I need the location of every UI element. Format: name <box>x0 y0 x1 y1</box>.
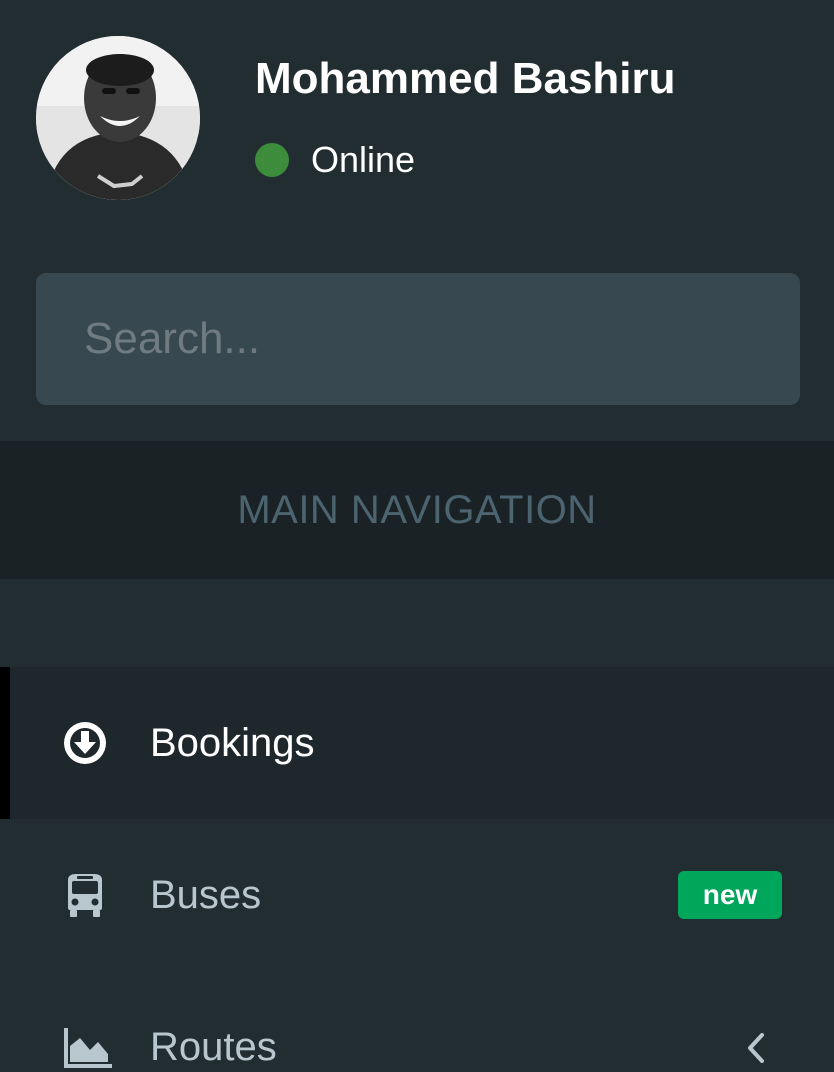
sidebar-item-routes[interactable]: Routes <box>0 971 834 1072</box>
user-name: Mohammed Bashiru <box>255 54 676 103</box>
area-chart-icon <box>64 1028 112 1068</box>
sidebar-item-label: Bookings <box>150 721 315 765</box>
chevron-left-icon[interactable] <box>742 1031 770 1065</box>
bus-icon <box>68 874 102 917</box>
sidebar: Mohammed Bashiru Online MAIN NAVIGATION … <box>0 0 834 1072</box>
user-panel: Mohammed Bashiru Online <box>0 0 834 260</box>
avatar-photo <box>36 36 200 200</box>
status-online-icon <box>255 143 289 177</box>
sidebar-item-buses[interactable]: Buses new <box>0 819 834 971</box>
status-text: Online <box>311 139 416 180</box>
avatar[interactable] <box>36 36 200 200</box>
search-input[interactable] <box>36 273 800 405</box>
search-box <box>36 273 800 405</box>
new-badge: new <box>678 871 782 919</box>
sidebar-item-label: Routes <box>150 1025 277 1069</box>
sidebar-item-label: Buses <box>150 873 262 917</box>
user-status: Online <box>255 136 415 184</box>
arrow-circle-down-icon <box>64 722 106 764</box>
sidebar-item-bookings[interactable]: Bookings <box>0 667 834 819</box>
nav-header: MAIN NAVIGATION <box>0 441 834 579</box>
